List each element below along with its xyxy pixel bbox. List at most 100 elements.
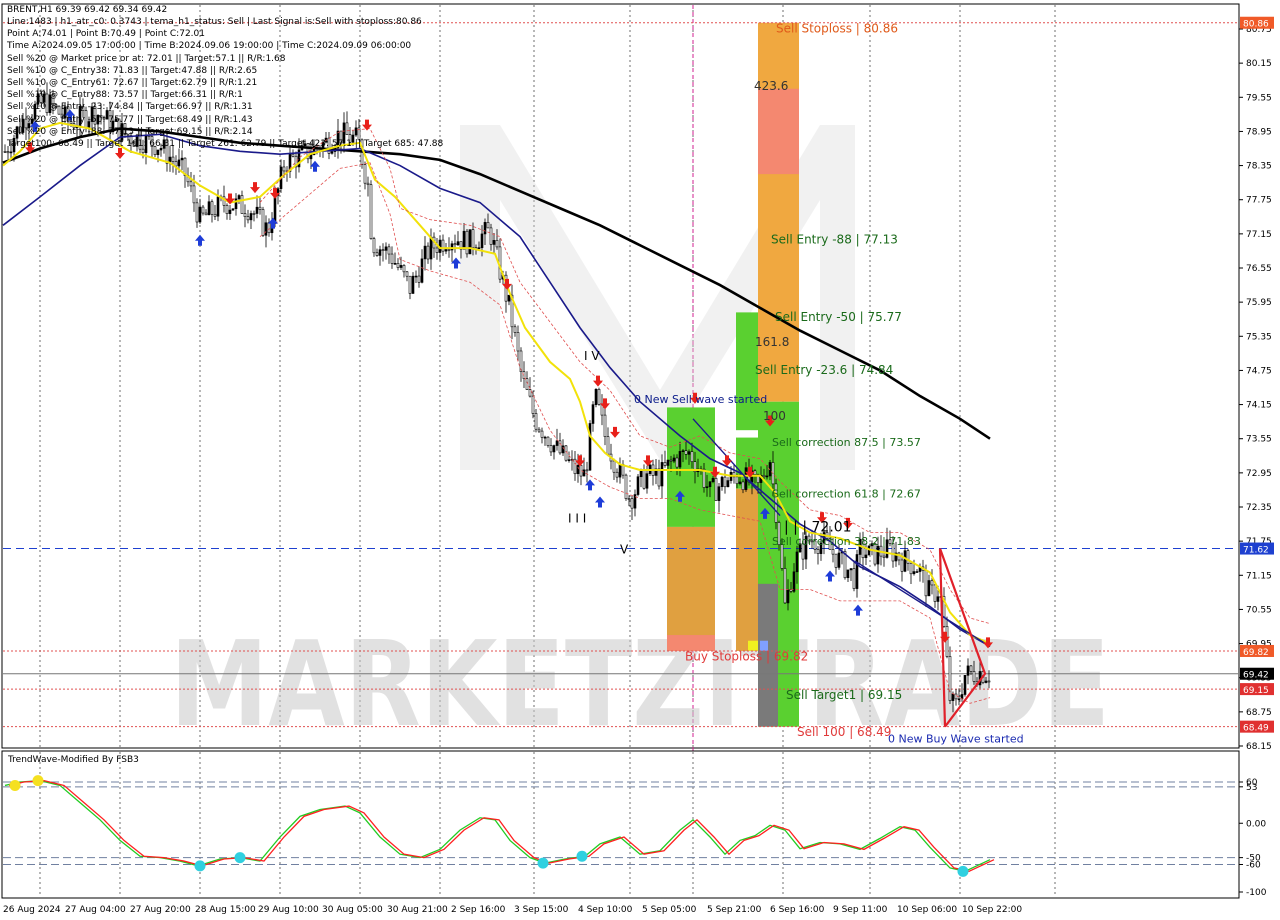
x-tick-label: 6 Sep 16:00 [770,905,825,915]
annotation-label: Sell correction 38.2 | 71.83 [772,535,921,548]
candle-body [513,326,517,333]
zone-423 [758,88,799,175]
candle-body [555,440,559,446]
info-line: Sell %20 @ Market price or at: 72.01 || … [7,53,286,64]
candle-body [831,549,835,555]
osc-signal-dot [234,852,246,864]
candle-body [909,562,913,575]
candle-body [558,440,562,454]
annotation-label: Sell Target1 | 69.15 [786,688,902,702]
candle-body [690,451,694,462]
annotation-label: 100 [763,409,786,423]
annotation-label: Sell Entry -50 | 75.77 [775,310,902,324]
candle-body [195,202,199,223]
candle-body [954,693,958,700]
info-line: Sell %20 @ Entry -50: 75.77 || Target:68… [7,114,253,125]
price-tag-label: 69.42 [1243,671,1269,681]
candle-body [237,195,241,200]
y-tick-label: 68.75 [1246,708,1272,718]
candle-body [675,457,679,468]
candle-body [408,275,412,294]
candle-body [543,436,547,439]
candle-body [456,241,460,246]
annotation-label: Sell Stoploss | 80.86 [776,21,898,35]
candle-body [363,164,367,184]
candle-body [282,166,286,172]
candle-body [291,153,295,157]
candle-body [345,122,349,135]
candle-body [378,249,382,256]
candle-body [171,156,175,162]
candle-body [216,196,220,217]
candle-body [372,238,376,254]
y-tick-label: 80.15 [1246,59,1272,69]
y-tick-label: 78.35 [1246,162,1272,172]
candle-body [402,265,406,273]
time-axis: 26 Aug 2024 27 Aug 04:00 27 Aug 20:00 28 Au… [3,905,1022,915]
x-tick-label: 27 Aug 20:00 [130,905,191,915]
candle-body [834,553,838,568]
price-tag-label: 69.82 [1243,648,1269,658]
candle-body [786,589,790,604]
x-tick-label: 4 Sep 10:00 [578,905,633,915]
candle-body [9,151,13,154]
candle-body [762,475,766,477]
candle-body [657,468,661,487]
candle-body [180,157,184,161]
candle-body [480,233,484,249]
zone-sell-wave [667,407,715,527]
price-axis: 80.7580.1579.5578.9578.3577.7577.1576.55… [1239,25,1272,752]
candle-body [816,549,820,554]
annotation-label: Sell Entry -23.6 | 74.84 [755,363,893,377]
candle-body [765,475,769,478]
candle-body [492,240,496,245]
candle-body [585,469,589,472]
annotation-label: 0 New Buy Wave started [888,733,1024,746]
candle-body [441,239,445,252]
x-tick-label: 2 Sep 16:00 [451,905,506,915]
candle-body [594,388,598,405]
candle-body [864,554,868,559]
candle-body [561,445,565,454]
candle-body [309,154,313,160]
candle-body [444,249,448,252]
x-tick-label: 5 Sep 21:00 [707,905,762,915]
candle-body [849,568,853,571]
candle-body [258,206,262,210]
candle-body [930,580,934,586]
oscillator-border [1,750,1240,899]
candle-body [528,389,532,397]
candle-body [681,450,685,452]
candle-body [249,213,253,221]
annotation-label: I V [584,349,600,363]
candle-body [264,222,268,236]
candle-body [846,569,850,579]
candle-body [537,428,541,432]
candle-body [534,413,538,430]
candle-body [540,430,544,438]
zone-buy-stoploss-edge [667,635,715,651]
candle-body [642,469,646,489]
y-tick-label: 72.35 [1246,503,1272,513]
candle-body [720,476,724,488]
candle-body [630,498,634,509]
candle-body [618,464,622,478]
candle-body [591,404,595,424]
osc-tick-label: -100 [1246,888,1267,898]
y-tick-label: 74.15 [1246,401,1272,411]
annotation-label: Sell correction 87.5 | 73.57 [772,436,921,449]
candle-body [624,474,628,499]
y-tick-label: 77.75 [1246,196,1272,206]
candle-body [330,151,334,154]
candle-body [612,460,616,473]
oscillator-panel: 60530.00-50-60-100 [1,750,1267,899]
candle-body [582,469,586,477]
y-tick-label: 73.55 [1246,435,1272,445]
candle-body [192,185,196,204]
annotation-label: 0 New Sell wave started [634,393,767,406]
candle-body [987,680,991,683]
osc-tick-label: -60 [1246,861,1261,871]
y-tick-label: 77.15 [1246,230,1272,240]
y-tick-label: 75.35 [1246,332,1272,342]
candle-body [429,236,433,260]
